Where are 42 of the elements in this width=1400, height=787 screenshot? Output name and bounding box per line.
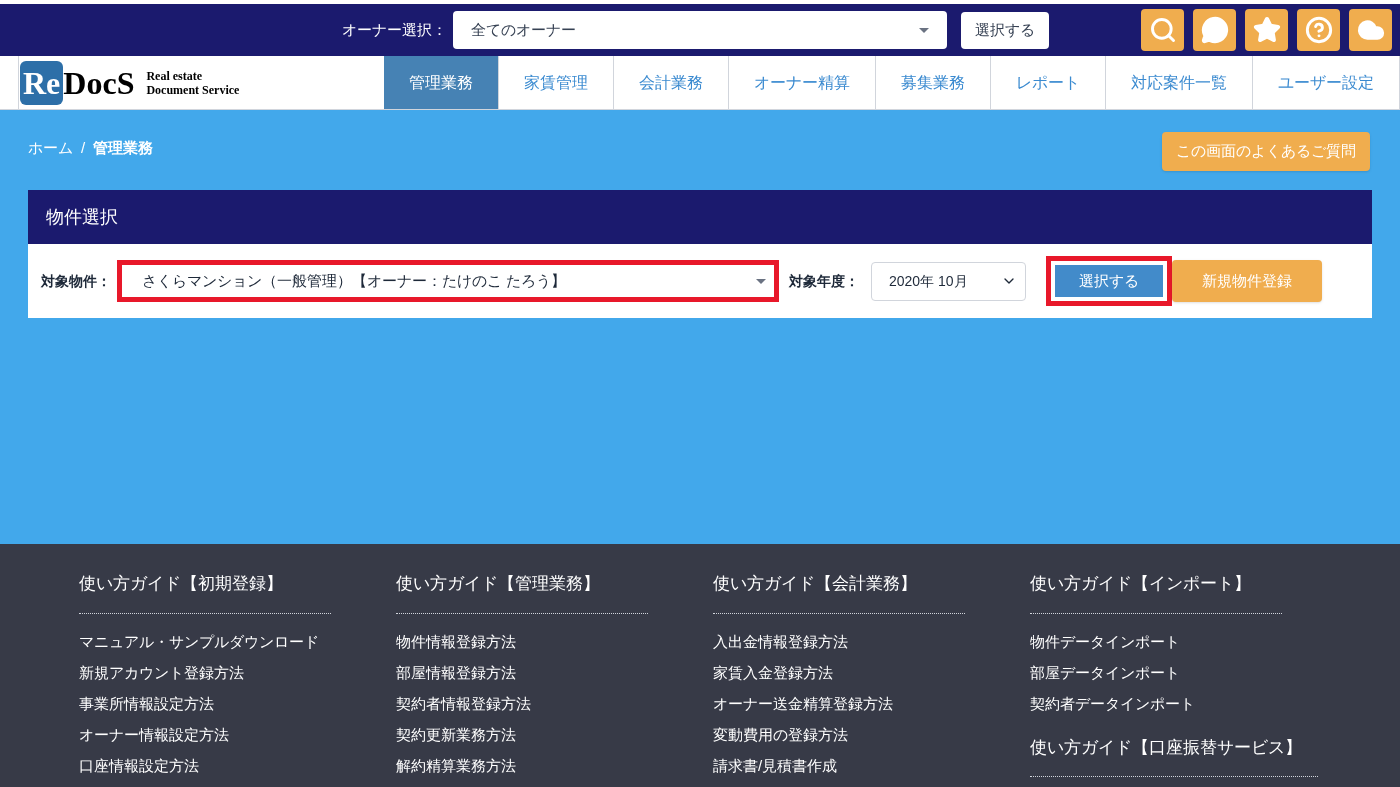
select-button[interactable]: 選択する xyxy=(1055,265,1163,297)
guide-link[interactable]: 部屋情報登録方法 xyxy=(396,656,516,688)
guide-heading: 使い方ガイド【初期登録】 xyxy=(79,574,283,593)
guide-heading: 使い方ガイド【会計業務】 xyxy=(713,574,917,593)
help-icon[interactable] xyxy=(1297,9,1340,51)
owner-label: オーナー選択： xyxy=(342,19,447,40)
breadcrumb-separator: / xyxy=(81,138,86,158)
cloud-icon[interactable] xyxy=(1349,9,1392,51)
property-select[interactable]: さくらマンション（一般管理）【オーナー：たけのこ たろう】 xyxy=(117,260,779,302)
guide-link[interactable]: 契約更新業務方法 xyxy=(396,718,516,750)
guide-link[interactable]: オーナー情報設定方法 xyxy=(79,718,229,750)
panel-title: 物件選択 xyxy=(46,205,118,229)
logo-name: DocS xyxy=(63,66,135,99)
guide-link[interactable]: 部屋データインポート xyxy=(1030,656,1180,688)
property-label: 対象物件： xyxy=(41,271,111,291)
guide-link[interactable]: 解約精算業務方法 xyxy=(396,749,516,781)
guide-link[interactable]: 家賃入金登録方法 xyxy=(713,656,833,688)
logo-tagline: Document Service xyxy=(146,82,240,97)
guide-heading: 使い方ガイド【口座振替サービス】 xyxy=(1030,737,1302,757)
chat-icon[interactable] xyxy=(1193,9,1236,51)
logo-tagline: Real estate xyxy=(146,68,204,83)
nav-tab[interactable]: 管理業務 xyxy=(384,56,499,109)
logo-mark: Re xyxy=(20,60,64,105)
guide-link[interactable]: オーナー送金精算登録方法 xyxy=(713,687,893,719)
guide-heading: 使い方ガイド【インポート】 xyxy=(1030,574,1251,593)
year-label: 対象年度： xyxy=(789,271,859,291)
search-icon[interactable] xyxy=(1141,9,1184,51)
guide-heading: 使い方ガイド【管理業務】 xyxy=(396,574,600,593)
guide-link[interactable]: 請求書/見積書作成 xyxy=(713,749,838,781)
guide-link[interactable]: 新規アカウント登録方法 xyxy=(79,656,244,688)
guide-link[interactable]: 契約者データインポート xyxy=(1030,687,1195,719)
guide-link[interactable]: 物件データインポート xyxy=(1030,625,1180,657)
guide-link[interactable]: 事業所情報設定方法 xyxy=(79,687,214,719)
owner-select[interactable]: 全てのオーナー xyxy=(453,11,947,49)
guide-link[interactable]: 変動費用の登録方法 xyxy=(713,718,848,750)
year-select[interactable]: 2020年 10月 xyxy=(871,261,1026,301)
guide-link[interactable]: 口座情報設定方法 xyxy=(79,749,199,781)
guide-link[interactable]: 物件情報登録方法 xyxy=(396,625,516,657)
guide-link[interactable]: 契約者情報登録方法 xyxy=(396,687,531,719)
owner-select-button[interactable]: 選択する xyxy=(961,11,1049,49)
guide-link[interactable]: 入出金情報登録方法 xyxy=(713,625,848,657)
guide-link[interactable]: マニュアル・サンプルダウンロード xyxy=(79,625,319,657)
